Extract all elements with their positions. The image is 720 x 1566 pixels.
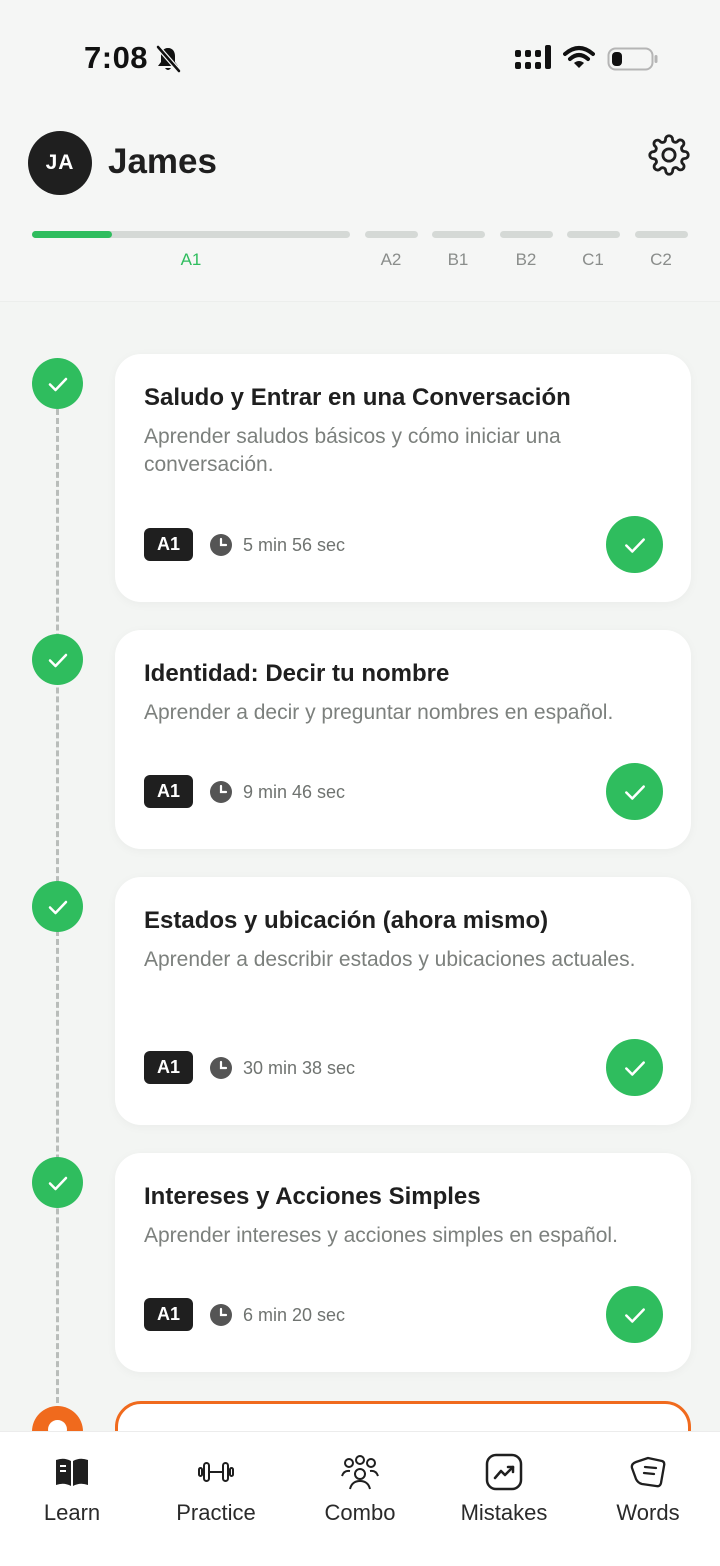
lesson-status-node xyxy=(32,634,83,685)
lesson-description: Aprender a decir y preguntar nombres en … xyxy=(144,701,614,724)
nav-learn[interactable]: Learn xyxy=(0,1432,144,1566)
nav-label: Learn xyxy=(43,1500,101,1525)
group-icon xyxy=(341,1455,379,1490)
gear-icon[interactable] xyxy=(648,134,690,176)
nav-label: Combo xyxy=(324,1500,396,1525)
nav-label: Mistakes xyxy=(460,1500,548,1525)
clock-icon xyxy=(210,781,232,803)
lesson-duration: 30 min 38 sec xyxy=(243,1058,356,1078)
level-track-a2 xyxy=(365,231,418,238)
lesson-status-node xyxy=(32,881,83,932)
trend-chart-icon xyxy=(485,1453,523,1491)
nav-combo[interactable]: Combo xyxy=(288,1432,432,1566)
battery-icon xyxy=(607,47,658,71)
clock-icon xyxy=(210,1304,232,1326)
lesson-complete-button[interactable] xyxy=(606,763,663,820)
status-time: 7:08 xyxy=(84,40,149,75)
lesson-duration: 5 min 56 sec xyxy=(243,535,346,555)
user-name: James xyxy=(108,142,217,181)
lesson-title: Saludo y Entrar en una Conversación xyxy=(144,384,571,411)
level-badge: A1 xyxy=(144,1298,193,1331)
lesson-description: Aprender intereses y acciones simples en… xyxy=(144,1224,618,1247)
lesson-status-node xyxy=(32,358,83,409)
profile-header: JA James A1 A2 B1 B2 C1 C2 xyxy=(0,110,720,302)
lesson-description: Aprender a describir estados y ubicacion… xyxy=(144,948,636,971)
nav-words[interactable]: Words xyxy=(576,1432,720,1566)
level-label-c2[interactable]: C2 xyxy=(631,250,691,270)
bell-muted-icon xyxy=(156,45,181,73)
lesson-title: Intereses y Acciones Simples xyxy=(144,1183,481,1210)
nav-label: Practice xyxy=(176,1500,256,1525)
lesson-title: Estados y ubicación (ahora mismo) xyxy=(144,907,549,934)
check-icon xyxy=(624,1060,645,1076)
lesson-description: Aprender saludos básicos y cómo iniciar … xyxy=(144,425,561,476)
book-icon xyxy=(56,1458,88,1486)
lesson-card[interactable]: Intereses y Acciones Simples Aprender in… xyxy=(115,1153,691,1372)
check-icon xyxy=(624,1307,645,1323)
lesson-complete-button[interactable] xyxy=(606,1039,663,1096)
level-track-a1 xyxy=(32,231,350,238)
lesson-card[interactable]: Saludo y Entrar en una Conversación Apre… xyxy=(115,354,691,602)
check-icon xyxy=(48,900,67,914)
check-icon xyxy=(48,653,67,667)
status-bar: 7:08 xyxy=(0,0,720,110)
level-progress-fill xyxy=(32,231,112,238)
lesson-title: Identidad: Decir tu nombre xyxy=(144,660,450,687)
clock-icon xyxy=(210,534,232,556)
level-track-c2 xyxy=(635,231,688,238)
cards-icon xyxy=(630,1456,666,1488)
lesson-duration: 9 min 46 sec xyxy=(243,782,346,802)
level-label-a2[interactable]: A2 xyxy=(361,250,421,270)
cellular-signal-icon xyxy=(515,45,551,69)
lesson-complete-button[interactable] xyxy=(606,516,663,573)
nav-label: Words xyxy=(616,1500,680,1525)
nav-practice[interactable]: Practice xyxy=(144,1432,288,1566)
wifi-icon xyxy=(563,46,595,68)
check-icon xyxy=(624,784,645,800)
level-label-a1[interactable]: A1 xyxy=(161,250,221,270)
avatar[interactable]: JA xyxy=(28,131,92,195)
check-icon xyxy=(48,1176,67,1190)
nav-mistakes[interactable]: Mistakes xyxy=(432,1432,576,1566)
lesson-card[interactable]: Identidad: Decir tu nombre Aprender a de… xyxy=(115,630,691,849)
level-track-c1 xyxy=(567,231,620,238)
lesson-status-node xyxy=(32,1157,83,1208)
lesson-card[interactable]: Estados y ubicación (ahora mismo) Aprend… xyxy=(115,877,691,1125)
level-track-b2 xyxy=(500,231,553,238)
level-label-b1[interactable]: B1 xyxy=(428,250,488,270)
dumbbell-icon xyxy=(198,1462,234,1482)
lesson-complete-button[interactable] xyxy=(606,1286,663,1343)
level-label-c1[interactable]: C1 xyxy=(563,250,623,270)
level-label-b2[interactable]: B2 xyxy=(496,250,556,270)
level-badge: A1 xyxy=(144,528,193,561)
lesson-duration: 6 min 20 sec xyxy=(243,1305,346,1325)
check-icon xyxy=(624,537,645,553)
level-badge: A1 xyxy=(144,1051,193,1084)
level-badge: A1 xyxy=(144,775,193,808)
clock-icon xyxy=(210,1057,232,1079)
level-track-b1 xyxy=(432,231,485,238)
bottom-nav: Learn Practice Combo Mistakes Words xyxy=(0,1431,720,1566)
check-icon xyxy=(48,377,67,391)
